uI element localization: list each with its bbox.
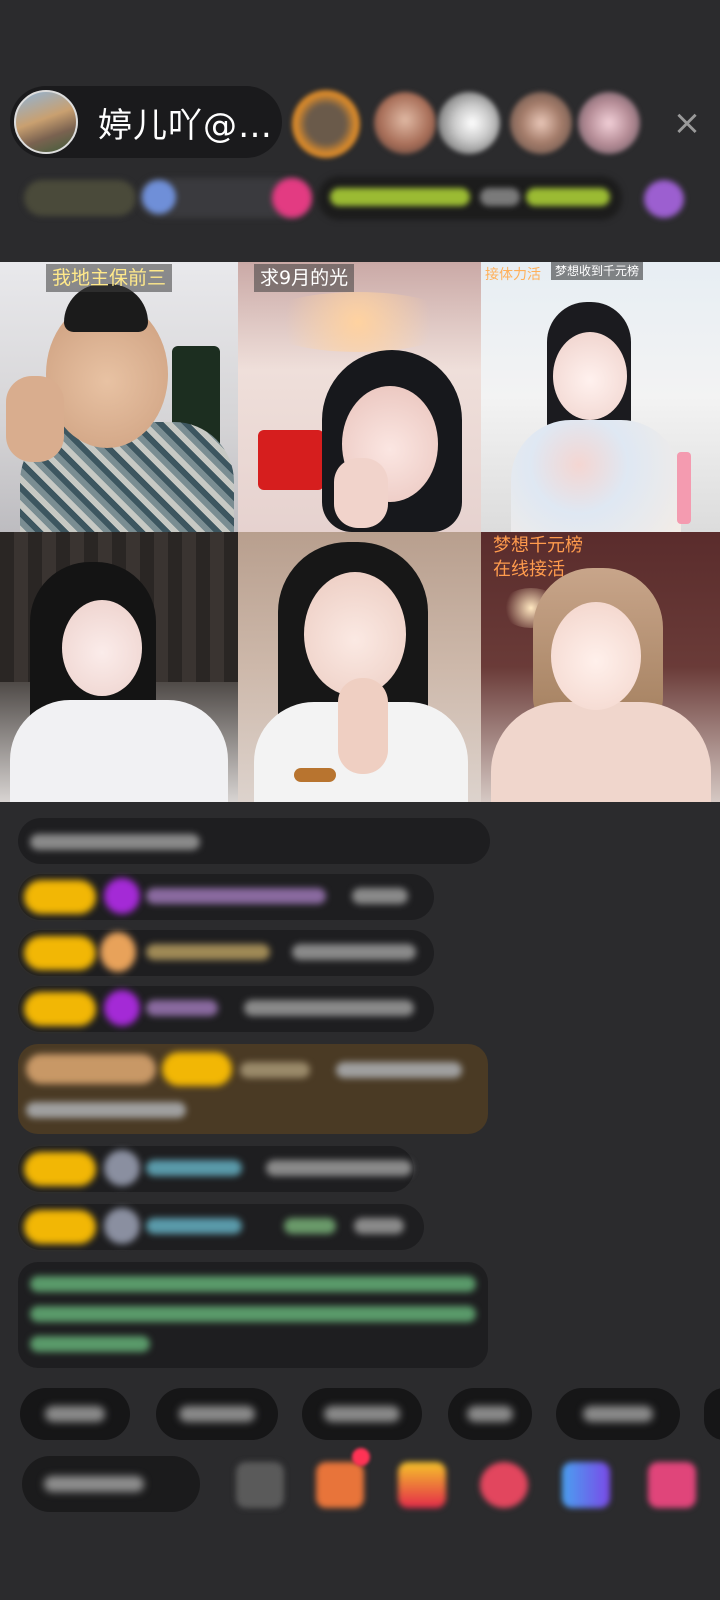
- chat-text: [146, 1000, 218, 1016]
- quick-reply-chip[interactable]: [302, 1388, 422, 1440]
- video-cell[interactable]: [238, 532, 481, 802]
- notice-text: [30, 1336, 150, 1352]
- task-text: [480, 188, 520, 206]
- gift-box-icon[interactable]: [236, 1462, 284, 1508]
- shirt: [10, 700, 228, 802]
- video-cell[interactable]: 梦想千元榜 在线接活: [481, 532, 720, 802]
- user-level-badge: [24, 880, 96, 914]
- cell-label-secondary: 梦想收到千元榜: [551, 262, 644, 280]
- task-text: [330, 188, 470, 206]
- chat-text: [336, 1062, 462, 1078]
- viewer-avatar[interactable]: [438, 92, 500, 154]
- chat-text: [26, 1102, 186, 1118]
- task-text: [526, 188, 610, 206]
- quick-reply-chip[interactable]: [20, 1388, 130, 1440]
- host-name: 婷儿吖@…: [98, 105, 273, 146]
- hand: [6, 376, 64, 462]
- quick-reply-chip[interactable]: [704, 1388, 720, 1440]
- fans-club-icon[interactable]: [562, 1462, 610, 1508]
- comment-input[interactable]: [22, 1456, 200, 1512]
- bracelet: [294, 768, 336, 782]
- user-level-badge: [24, 936, 96, 970]
- chat-text: [354, 1218, 404, 1234]
- chat-text: [266, 1160, 412, 1176]
- rank-icon: [142, 180, 176, 214]
- cell-label: 求9月的光: [254, 264, 355, 292]
- noble-badge: [26, 1054, 156, 1084]
- chat-text: [352, 888, 408, 904]
- hand: [338, 678, 388, 774]
- cell-label: 我地主保前三: [46, 264, 173, 292]
- notice-text: [30, 1276, 476, 1292]
- task-icon: [644, 180, 684, 218]
- fan-icon: [100, 932, 136, 972]
- chat-text: [244, 1000, 414, 1016]
- chat-text: [30, 834, 200, 850]
- shop-icon[interactable]: [648, 1462, 696, 1508]
- video-cell[interactable]: 我地主保前三: [0, 262, 238, 532]
- chat-text: [292, 944, 416, 960]
- diamond-icon: [104, 878, 140, 914]
- face: [553, 332, 627, 420]
- user-level-badge: [24, 1152, 96, 1186]
- room-stat-badge[interactable]: [24, 180, 136, 216]
- host-info[interactable]: 婷儿吖@…: [10, 86, 282, 158]
- viewer-avatar[interactable]: [374, 92, 436, 154]
- red-packet-icon[interactable]: [398, 1462, 446, 1508]
- hand: [334, 458, 388, 528]
- dress: [511, 420, 681, 532]
- user-level-badge: [24, 992, 96, 1026]
- quick-reply-chip[interactable]: [156, 1388, 278, 1440]
- live-room: 婷儿吖@… × 我地主保前三 求9月的光 接体力活 梦想收到千元榜 梦想千元榜 …: [0, 0, 720, 1600]
- video-cell[interactable]: 求9月的光: [238, 262, 481, 532]
- chat-text: [146, 1160, 242, 1176]
- close-icon[interactable]: ×: [668, 103, 706, 143]
- viewer-avatar[interactable]: [510, 92, 572, 154]
- shoulders: [491, 702, 711, 802]
- face: [62, 600, 142, 696]
- video-grid: 我地主保前三 求9月的光 接体力活 梦想收到千元榜 梦想千元榜 在线接活: [0, 262, 720, 802]
- user-avatar-icon: [104, 1208, 140, 1244]
- red-box: [258, 430, 324, 490]
- chat-text: [146, 888, 326, 904]
- quick-reply-chip[interactable]: [448, 1388, 532, 1440]
- user-level-badge: [162, 1052, 232, 1086]
- face: [551, 602, 641, 710]
- viewer-avatar[interactable]: [292, 90, 360, 158]
- chat-text: [146, 1218, 242, 1234]
- bottle: [677, 452, 691, 524]
- cell-label-secondary: 在线接活: [493, 559, 565, 580]
- notification-dot: [352, 1448, 370, 1466]
- chat-text: [146, 944, 270, 960]
- user-level-badge: [24, 1210, 96, 1244]
- face: [304, 572, 406, 696]
- quick-reply-chip[interactable]: [556, 1388, 680, 1440]
- user-avatar-icon: [104, 1150, 140, 1186]
- video-cell[interactable]: 接体力活 梦想收到千元榜: [481, 262, 720, 532]
- notice-text: [30, 1306, 476, 1322]
- lamp-glow: [258, 292, 458, 352]
- gift-icon[interactable]: [316, 1462, 364, 1508]
- cell-label: 接体力活: [485, 267, 541, 283]
- video-cell[interactable]: [0, 532, 238, 802]
- chat-text: [284, 1218, 336, 1234]
- viewer-avatar[interactable]: [578, 92, 640, 154]
- game-icon[interactable]: [480, 1462, 528, 1508]
- chat-text: [240, 1062, 310, 1078]
- live-icon: [272, 178, 312, 218]
- diamond-icon: [104, 990, 140, 1026]
- host-avatar[interactable]: [14, 90, 78, 154]
